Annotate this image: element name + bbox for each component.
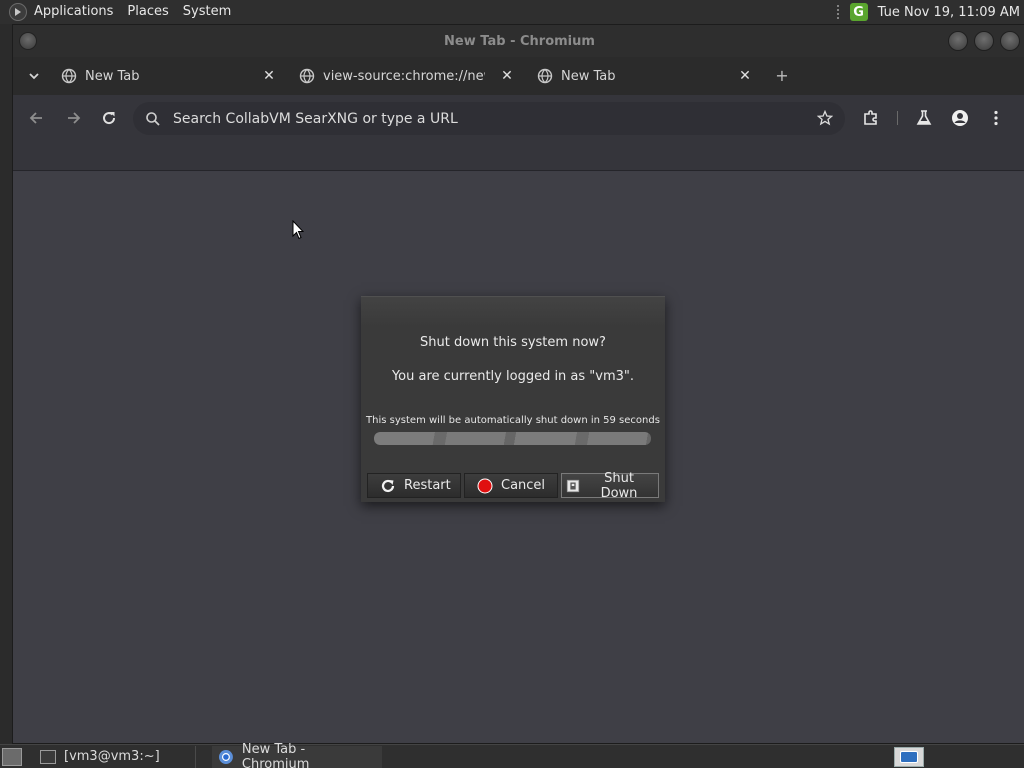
update-notifier-icon[interactable]: G xyxy=(849,3,868,21)
terminal-icon xyxy=(40,749,56,764)
tab-close-icon[interactable]: ✕ xyxy=(499,68,515,84)
taskbar-item-label: [vm3@vm3:~] xyxy=(64,749,160,764)
workspace-switcher-icon[interactable] xyxy=(894,747,924,767)
restart-arrow-icon xyxy=(381,479,395,492)
distro-logo-icon[interactable] xyxy=(9,3,27,21)
back-arrow-icon[interactable] xyxy=(27,108,47,128)
taskbar-item-terminal[interactable]: [vm3@vm3:~] xyxy=(34,745,196,768)
power-off-icon xyxy=(566,479,580,492)
tab-close-icon[interactable]: ✕ xyxy=(737,68,753,84)
clock[interactable]: Tue Nov 19, 11:09 AM xyxy=(878,5,1024,20)
restart-label: Restart xyxy=(404,478,451,493)
dialog-question: Shut down this system now? xyxy=(420,335,606,350)
globe-icon xyxy=(537,68,553,84)
desktop: Applications Places System G Tue Nov 19,… xyxy=(0,0,1024,768)
panel-grip-icon xyxy=(835,4,840,20)
tab-title: New Tab xyxy=(85,68,140,84)
chromium-icon xyxy=(218,749,233,764)
cancel-button[interactable]: Cancel xyxy=(464,473,558,498)
toolbar-separator xyxy=(897,111,898,125)
tab-title: view-source:chrome://new-t xyxy=(323,68,485,84)
search-icon xyxy=(146,111,160,126)
taskbar-item-label: New Tab - Chromium xyxy=(241,741,310,768)
forward-arrow-icon[interactable] xyxy=(63,108,83,128)
tab-new-tab-1[interactable]: New Tab ✕ xyxy=(61,61,277,91)
bookmarks-bar xyxy=(13,141,1024,171)
top-panel: Applications Places System G Tue Nov 19,… xyxy=(0,0,1024,24)
shut-down-button[interactable]: Shut Down xyxy=(561,470,659,501)
cancel-label: Cancel xyxy=(501,478,546,493)
reload-icon[interactable] xyxy=(99,108,119,128)
progress-fill xyxy=(374,432,651,445)
browser-toolbar xyxy=(13,95,1024,141)
taskbar-item-chromium[interactable]: New Tab - Chromium xyxy=(212,742,382,768)
window-title: New Tab - Chromium xyxy=(444,33,595,49)
mouse-cursor-icon xyxy=(292,220,304,240)
tab-strip: New Tab ✕ view-source:chrome://new-t ✕ N… xyxy=(13,57,1024,95)
window-controls xyxy=(948,31,1020,51)
cancel-stop-icon xyxy=(477,478,493,493)
menu-applications[interactable]: Applications xyxy=(27,0,120,24)
new-tab-plus-icon[interactable]: + xyxy=(773,67,791,85)
close-window-button[interactable] xyxy=(1000,31,1020,51)
tab-title: New Tab xyxy=(561,68,616,84)
dialog-buttons: Restart Cancel Shut Down xyxy=(367,470,659,501)
shutdown-dialog: Shut down this system now? You are curre… xyxy=(361,296,665,502)
system-tray: G Tue Nov 19, 11:09 AM xyxy=(835,0,1024,24)
menu-places[interactable]: Places xyxy=(120,0,175,24)
omnibox[interactable] xyxy=(133,102,845,135)
restart-button[interactable]: Restart xyxy=(367,473,461,498)
profile-avatar-icon[interactable] xyxy=(950,108,970,128)
maximize-button[interactable] xyxy=(974,31,994,51)
dialog-countdown-text: This system will be automatically shut d… xyxy=(366,415,660,426)
bottom-panel: [vm3@vm3:~] New Tab - Chromium xyxy=(0,742,1024,768)
tab-view-source[interactable]: view-source:chrome://new-t ✕ xyxy=(299,61,515,91)
omnibox-input[interactable] xyxy=(173,110,773,127)
shut-down-label: Shut Down xyxy=(600,470,638,501)
more-menu-icon[interactable] xyxy=(986,108,1006,128)
show-desktop-icon[interactable] xyxy=(2,747,22,766)
tab-close-icon[interactable]: ✕ xyxy=(261,68,277,84)
bookmark-star-icon[interactable] xyxy=(817,110,833,126)
globe-icon xyxy=(61,68,77,84)
top-menu: Applications Places System xyxy=(0,0,238,24)
window-titlebar[interactable]: New Tab - Chromium xyxy=(13,25,1024,57)
window-menu-icon[interactable] xyxy=(19,32,37,50)
countdown-progress-bar xyxy=(374,432,651,445)
menu-system[interactable]: System xyxy=(176,0,238,24)
minimize-button[interactable] xyxy=(948,31,968,51)
dialog-logged-in-text: You are currently logged in as "vm3". xyxy=(391,369,635,384)
globe-icon xyxy=(299,68,315,84)
extensions-puzzle-icon[interactable] xyxy=(861,108,881,128)
tab-search-chevron-down-icon[interactable] xyxy=(25,67,43,85)
labs-flask-icon[interactable] xyxy=(914,108,934,128)
tab-new-tab-2[interactable]: New Tab ✕ xyxy=(537,61,753,91)
